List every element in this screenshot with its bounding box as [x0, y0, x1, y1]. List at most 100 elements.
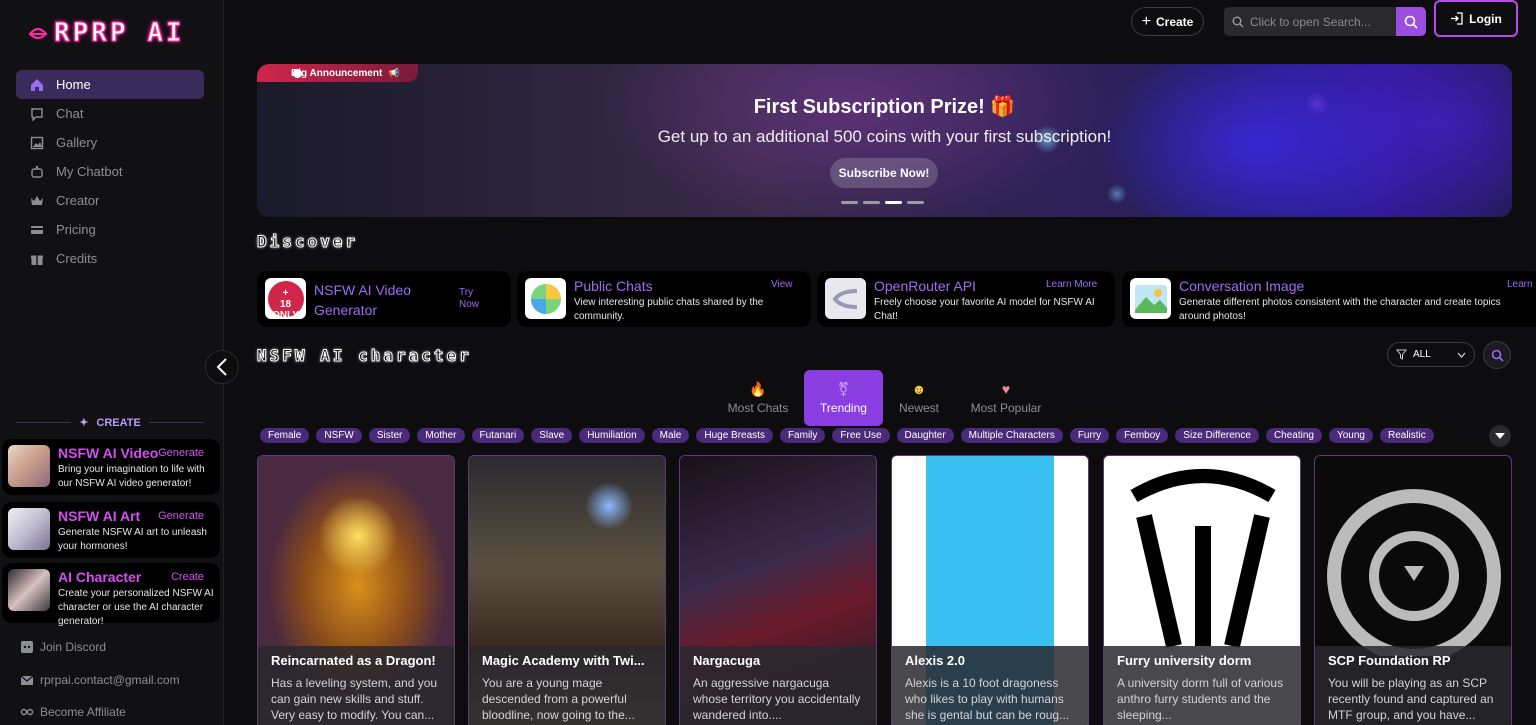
character-card[interactable]: Furry university dorm A university dorm … [1103, 455, 1301, 725]
create-divider: ✦ CREATE [16, 416, 205, 429]
tab-most-popular[interactable]: ♥ Most Popular [963, 370, 1049, 426]
sidebar-item-label: Creator [56, 193, 100, 208]
create-card-nsfw-art[interactable]: NSFW AI Art Generate NSFW AI art to unle… [2, 502, 220, 558]
learn-more-link[interactable]: Learn More [1507, 279, 1536, 290]
tab-newest[interactable]: ☻ Newest [892, 370, 946, 426]
character-card[interactable]: Alexis 2.0 Alexis is a 10 foot dragoness… [891, 455, 1089, 725]
tag-chip[interactable]: Femboy [1116, 428, 1169, 443]
character-info: Furry university dorm A university dorm … [1104, 646, 1300, 725]
chevron-down-icon [1457, 352, 1466, 358]
carousel-dot[interactable] [841, 201, 858, 204]
logo-text: RPRP AI [54, 18, 185, 49]
sparkle-icon: ✦ [79, 417, 89, 429]
become-affiliate-link[interactable]: Become Affiliate [20, 705, 126, 719]
footer-label: Join Discord [40, 640, 107, 654]
tab-trending[interactable]: ⚧ Trending [804, 370, 883, 426]
sidebar-item-credits[interactable]: Credits [16, 244, 204, 273]
character-card[interactable]: Nargacuga An aggressive nargacuga whose … [679, 455, 877, 725]
18-only-icon: +18 ONLY [265, 278, 306, 321]
contact-email-link[interactable]: rprpai.contact@gmail.com [20, 673, 180, 687]
tag-chip[interactable]: Realistic [1379, 428, 1434, 443]
sidebar-item-creator[interactable]: Creator [16, 186, 204, 215]
tag-chip[interactable]: Cheating [1265, 428, 1322, 443]
tag-chip[interactable]: Humiliation [579, 428, 645, 443]
sidebar-item-label: Home [56, 77, 91, 92]
character-card[interactable]: SCP Foundation RP You will be playing as… [1314, 455, 1512, 725]
create-link[interactable]: Create [171, 571, 204, 583]
logo[interactable]: RPRP AI [28, 18, 185, 49]
character-search-button[interactable] [1483, 341, 1511, 369]
sidebar-collapse-button[interactable] [205, 350, 239, 384]
subscribe-now-button[interactable]: Subscribe Now! [830, 158, 938, 188]
tag-chip[interactable]: Size Difference [1175, 428, 1259, 443]
character-desc: A university dorm full of various anthro… [1117, 676, 1284, 722]
tag-chip[interactable]: Mother [417, 428, 465, 443]
sidebar-item-home[interactable]: Home [16, 70, 204, 99]
tag-chip[interactable]: Young [1328, 428, 1373, 443]
create-card-desc: Create your personalized NSFW AI charact… [58, 588, 214, 627]
character-name: Alexis 2.0 [905, 653, 965, 668]
tag-chip[interactable]: Sister [368, 428, 411, 443]
sidebar-item-my-chatbot[interactable]: My Chatbot [16, 157, 204, 186]
tag-chip[interactable]: Daughter [896, 428, 954, 443]
tag-chip[interactable]: Huge Breasts [696, 428, 773, 443]
sidebar-item-pricing[interactable]: Pricing [16, 215, 204, 244]
sidebar-item-chat[interactable]: Chat [16, 99, 204, 128]
tags-expand-button[interactable] [1489, 425, 1511, 447]
tab-label: Most Popular [970, 401, 1042, 415]
character-desc: Alexis is a 10 foot dragoness who likes … [905, 676, 1070, 722]
create-card-desc: Generate NSFW AI art to unleash your hor… [58, 527, 207, 552]
filter-select[interactable]: ALL [1387, 342, 1475, 367]
trending-icon: ⚧ [837, 381, 850, 397]
tag-chip[interactable]: NSFW [316, 428, 362, 443]
sidebar-item-gallery[interactable]: Gallery [16, 128, 204, 157]
tag-chip[interactable]: Multiple Characters [960, 428, 1063, 443]
try-now-link[interactable]: Try Now [459, 287, 489, 311]
discover-card-conversation-image[interactable]: Conversation Image Generate different ph… [1122, 271, 1536, 327]
carousel-dot[interactable] [907, 201, 924, 204]
create-card-ai-character[interactable]: AI Character Create your personalized NS… [2, 563, 220, 627]
create-label: Create [1155, 14, 1194, 29]
generate-link[interactable]: Generate [158, 510, 204, 522]
join-discord-link[interactable]: Join Discord [20, 640, 106, 654]
tag-chip[interactable]: Family [779, 428, 826, 443]
discover-card-title: NSFW AI Video Generator [314, 282, 412, 318]
search-box[interactable] [1224, 7, 1396, 36]
heart-icon: ♥ [1001, 381, 1011, 397]
header-create-button[interactable]: + Create [1131, 7, 1204, 36]
crown-icon [31, 195, 43, 205]
login-button[interactable]: Login [1434, 0, 1518, 37]
character-info: SCP Foundation RP You will be playing as… [1315, 646, 1511, 725]
affiliate-icon [20, 708, 34, 716]
discover-card-public-chats[interactable]: Public Chats View interesting public cha… [517, 271, 811, 327]
create-heading: CREATE [96, 416, 141, 429]
character-card[interactable]: Reincarnated as a Dragon! Has a leveling… [257, 455, 455, 725]
tag-chip[interactable]: Free Use [832, 428, 890, 443]
tag-chip[interactable]: Furry [1069, 428, 1110, 443]
carousel-dot[interactable] [863, 201, 880, 204]
tab-label: Trending [820, 401, 867, 415]
character-card[interactable]: Magic Academy with Twi... You are a youn… [468, 455, 666, 725]
discover-card-video-generator[interactable]: +18 ONLY NSFW AI Video Generator Try Now [257, 271, 511, 327]
search-input[interactable] [1250, 14, 1390, 29]
character-name: Magic Academy with Twi... [482, 653, 645, 668]
discover-card-openrouter[interactable]: OpenRouter API Freely choose your favori… [817, 271, 1115, 327]
tab-most-chats[interactable]: 🔥 Most Chats [720, 370, 796, 426]
search-icon [1491, 349, 1504, 362]
carousel-dot-active[interactable] [885, 201, 902, 204]
search-button[interactable] [1396, 7, 1426, 36]
tag-chip[interactable]: Female [260, 428, 310, 443]
create-card-nsfw-video[interactable]: NSFW AI Video Bring your imagination to … [2, 439, 220, 495]
sidebar-item-label: Gallery [56, 135, 98, 150]
discover-card-desc: Generate different photos consistent wit… [1179, 297, 1501, 322]
tag-chip[interactable]: Slave [531, 428, 573, 443]
sidebar-item-label: Pricing [56, 222, 96, 237]
generate-link[interactable]: Generate [158, 447, 204, 459]
sidebar-item-label: Credits [56, 251, 98, 266]
view-link[interactable]: View [771, 279, 793, 290]
sidebar-item-label: Chat [56, 106, 84, 121]
tag-chip[interactable]: Male [651, 428, 690, 443]
learn-more-link[interactable]: Learn More [1046, 279, 1097, 290]
announcement-banner[interactable]: Big Announcement 📢 First Subscription Pr… [257, 64, 1512, 217]
tag-chip[interactable]: Futanari [471, 428, 525, 443]
